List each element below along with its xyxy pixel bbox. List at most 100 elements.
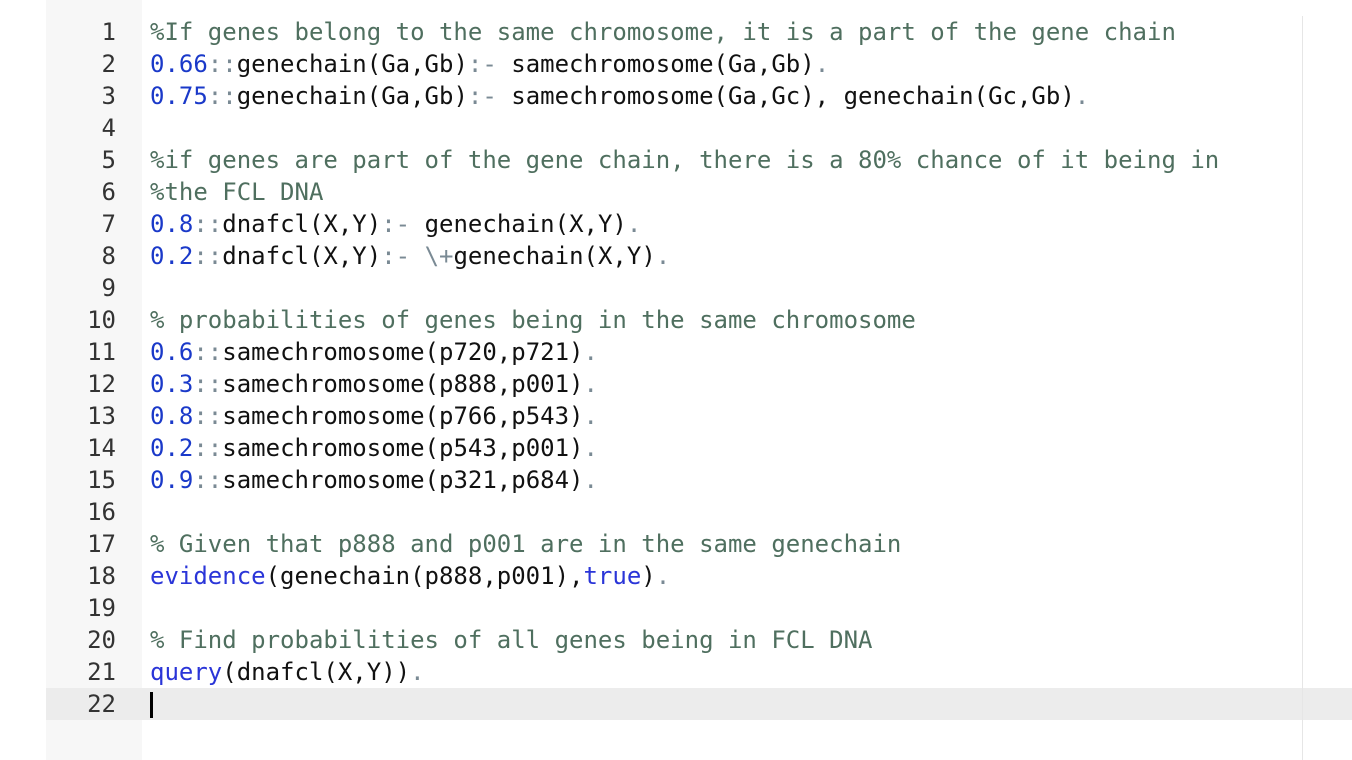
- line-number: 3: [101, 82, 116, 110]
- token-text: samechromosome(Ga,Gb): [496, 50, 815, 78]
- token-text: samechromosome(Ga,Gc), genechain(Gc,Gb): [496, 82, 1075, 110]
- token-number: 0.2: [150, 434, 194, 462]
- token-op: .: [655, 242, 671, 270]
- line-number: 5: [101, 146, 116, 174]
- line-code: 0.8::dnafcl(X,Y):- genechain(X,Y).: [150, 208, 641, 240]
- line-code: 0.9::samechromosome(p321,p684).: [150, 464, 598, 496]
- token-number: 0.9: [150, 466, 194, 494]
- line-code: 0.3::samechromosome(p888,p001).: [150, 368, 598, 400]
- token-text: dnafcl(X,Y): [222, 242, 382, 270]
- token-text: samechromosome(p321,p684): [222, 466, 584, 494]
- line-code: 0.8::samechromosome(p766,p543).: [150, 400, 598, 432]
- line-code: query(dnafcl(X,Y)).: [150, 656, 425, 688]
- token-op: .: [583, 466, 598, 494]
- token-op: ::: [193, 370, 223, 398]
- line-number: 2: [101, 50, 116, 78]
- line-number: 22: [87, 690, 116, 718]
- line-number: 11: [87, 338, 116, 366]
- token-keyword: query: [150, 658, 223, 686]
- token-text: (dnafcl(X,Y)): [222, 658, 411, 686]
- line-code: % Find probabilities of all genes being …: [150, 624, 872, 656]
- token-number: 0.6: [150, 338, 194, 366]
- line-number: 14: [87, 434, 116, 462]
- line-number: 20: [87, 626, 116, 654]
- code-editor[interactable]: 1 %If genes belong to the same chromosome…: [0, 0, 1352, 760]
- token-op: ::: [207, 50, 237, 78]
- line-number: 10: [87, 306, 116, 334]
- token-text: genechain(Ga,Gb): [236, 50, 468, 78]
- token-text: samechromosome(p888,p001): [222, 370, 584, 398]
- token-op: .: [583, 338, 598, 366]
- token-text: genechain(Ga,Gb): [236, 82, 468, 110]
- token-number: 0.8: [150, 402, 194, 430]
- token-op: :-: [381, 210, 411, 238]
- token-number: 0.3: [150, 370, 194, 398]
- active-line-highlight: [46, 688, 1352, 720]
- line-code: % probabilities of genes being in the sa…: [150, 304, 916, 336]
- token-op: :-: [467, 82, 497, 110]
- token-op: \+: [424, 242, 454, 270]
- token-text: samechromosome(p720,p721): [222, 338, 584, 366]
- line-number: 19: [87, 594, 116, 622]
- token-text: genechain(X,Y): [410, 210, 627, 238]
- token-op: ::: [193, 434, 223, 462]
- line-code: 0.75::genechain(Ga,Gb):- samechromosome(…: [150, 80, 1089, 112]
- token-comment: %if genes are part of the gene chain, th…: [150, 146, 1220, 174]
- token-op: ::: [193, 466, 223, 494]
- token-number: 0.66: [150, 50, 208, 78]
- token-op: ::: [193, 402, 223, 430]
- token-keyword: true: [583, 562, 642, 590]
- line-number: 16: [87, 498, 116, 526]
- token-op: .: [1074, 82, 1090, 110]
- line-code: 0.66::genechain(Ga,Gb):- samechromosome(…: [150, 48, 829, 80]
- line-number: 13: [87, 402, 116, 430]
- token-text: samechromosome(p543,p001): [222, 434, 584, 462]
- line-number: 1: [101, 18, 116, 46]
- token-op: ::: [193, 242, 223, 270]
- line-code: 0.6::samechromosome(p720,p721).: [150, 336, 598, 368]
- token-op: .: [583, 402, 598, 430]
- line-number: 21: [87, 658, 116, 686]
- line-code: [150, 688, 153, 720]
- token-number: 0.2: [150, 242, 194, 270]
- token-op: .: [583, 434, 598, 462]
- line-number: 9: [101, 274, 116, 302]
- token-number: 0.8: [150, 210, 194, 238]
- token-keyword: evidence: [150, 562, 266, 590]
- line-number: 12: [87, 370, 116, 398]
- line-code: %the FCL DNA: [150, 176, 323, 208]
- token-comment: % Given that p888 and p001 are in the sa…: [150, 530, 902, 558]
- token-op: .: [626, 210, 642, 238]
- token-op: .: [410, 658, 425, 686]
- token-op: ::: [207, 82, 237, 110]
- token-text: (genechain(p888,p001),: [265, 562, 584, 590]
- token-op: :-: [381, 242, 411, 270]
- token-text: samechromosome(p766,p543): [222, 402, 584, 430]
- line-number: 8: [101, 242, 116, 270]
- line-code: %if genes are part of the gene chain, th…: [150, 144, 1219, 176]
- token-text: ): [641, 562, 656, 590]
- token-op: .: [583, 370, 598, 398]
- line-code: evidence(genechain(p888,p001),true).: [150, 560, 670, 592]
- token-comment: % Find probabilities of all genes being …: [150, 626, 873, 654]
- line-number: 15: [87, 466, 116, 494]
- line-code: %If genes belong to the same chromosome,…: [150, 16, 1176, 48]
- token-text: dnafcl(X,Y): [222, 210, 382, 238]
- print-margin-line: [1302, 16, 1303, 760]
- token-op: :-: [467, 50, 497, 78]
- line-number: 4: [101, 114, 116, 142]
- token-number: 0.75: [150, 82, 208, 110]
- token-op: ::: [193, 338, 223, 366]
- token-comment: % probabilities of genes being in the sa…: [150, 306, 916, 334]
- line-code: 0.2::samechromosome(p543,p001).: [150, 432, 598, 464]
- line-code: % Given that p888 and p001 are in the sa…: [150, 528, 901, 560]
- line-number: 17: [87, 530, 116, 558]
- token-comment: %the FCL DNA: [150, 178, 324, 206]
- text-cursor: [150, 692, 153, 718]
- token-op: .: [814, 50, 830, 78]
- line-number: 6: [101, 178, 116, 206]
- line-number: 18: [87, 562, 116, 590]
- token-op: ::: [193, 210, 223, 238]
- line-number: 7: [101, 210, 116, 238]
